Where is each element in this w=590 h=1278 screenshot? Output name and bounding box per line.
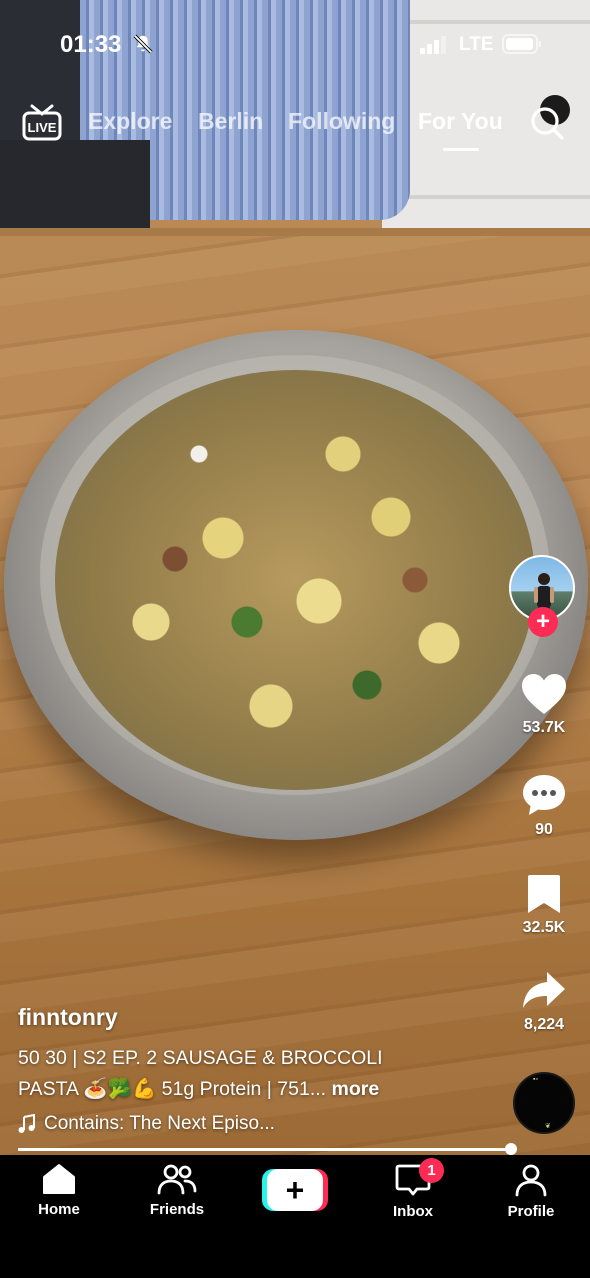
share-arrow-icon [523,972,565,1008]
progress-fill [18,1148,512,1151]
follow-button[interactable]: + [528,607,558,637]
sound-title: Contains: The Next Episo... [44,1113,275,1134]
tab-berlin[interactable]: Berlin [198,108,263,135]
like-button[interactable]: 53.7K [505,673,583,737]
plus-icon: + [267,1169,323,1211]
creator-username[interactable]: finntonry [18,1004,488,1031]
video-progress-bar[interactable] [18,1143,518,1155]
sound-link[interactable]: Contains: The Next Episo... [18,1113,488,1135]
disc-leaf: ❦ [545,1123,551,1130]
signal-icon [420,36,446,54]
post-description: 50 30 | S2 EP. 2 SAUSAGE & BROCCOLI PAST… [18,1043,488,1105]
tab-explore[interactable]: Explore [88,108,172,135]
inbox-badge: 1 [419,1158,444,1183]
bell-off-icon [133,34,153,54]
save-count: 32.5K [522,919,566,936]
battery-icon [502,34,541,54]
comment-button[interactable]: 90 [505,773,583,839]
comment-count: 90 [535,821,553,838]
svg-text:LIVE: LIVE [28,120,57,135]
disc-artwork: ▪▫ [533,1076,538,1083]
live-icon[interactable]: LIVE [22,102,62,142]
description-line-1: 50 30 | S2 EP. 2 SAUSAGE & BROCCOLI [18,1047,383,1069]
home-icon [43,1164,75,1194]
friends-icon [157,1164,197,1195]
nav-profile-label: Profile [507,1203,555,1220]
search-icon[interactable] [529,105,565,141]
like-count: 53.7K [522,719,566,736]
status-time: 01:33 [60,31,122,58]
tab-for-you[interactable]: For You [418,108,503,135]
top-feed-nav: LIVE Explore Berlin Following For You [0,100,590,160]
bottom-tab-bar: Home Friends + Inbox 1 Profile [0,1155,590,1278]
progress-knob[interactable] [505,1143,518,1155]
tab-following[interactable]: Following [288,108,395,135]
comment-icon [523,775,565,815]
nav-home[interactable]: Home [9,1163,109,1218]
post-caption: finntonry 50 30 | S2 EP. 2 SAUSAGE & BRO… [18,1004,488,1135]
description-line-2: PASTA 🍝🥦💪 51g Protein | 751... [18,1078,327,1100]
nav-home-label: Home [38,1201,80,1218]
save-button[interactable]: 32.5K [505,873,583,937]
share-count: 8,224 [523,1016,565,1033]
heart-icon [522,674,566,714]
nav-friends[interactable]: Friends [127,1163,227,1218]
more-link[interactable]: more [332,1078,380,1100]
nav-inbox-label: Inbox [393,1203,433,1220]
active-tab-indicator [443,148,479,151]
create-button[interactable]: + [262,1169,328,1211]
network-type: LTE [459,34,494,55]
status-bar: 01:33 LTE [0,0,590,88]
video-player[interactable] [0,0,590,1155]
share-button[interactable]: 8,224 [505,970,583,1034]
profile-icon [515,1164,547,1197]
pasta-dish [55,370,535,790]
nav-inbox[interactable]: Inbox [363,1163,463,1220]
music-note-icon [18,1114,35,1133]
music-disc[interactable]: ▪▫ ❦ [513,1072,575,1134]
description-line-2-wrap: PASTA 🍝🥦💪 51g Protein | 751... more [18,1074,488,1105]
counter-edge [0,228,590,236]
nav-profile[interactable]: Profile [481,1163,581,1220]
nav-friends-label: Friends [149,1201,205,1218]
bookmark-icon [528,875,560,913]
